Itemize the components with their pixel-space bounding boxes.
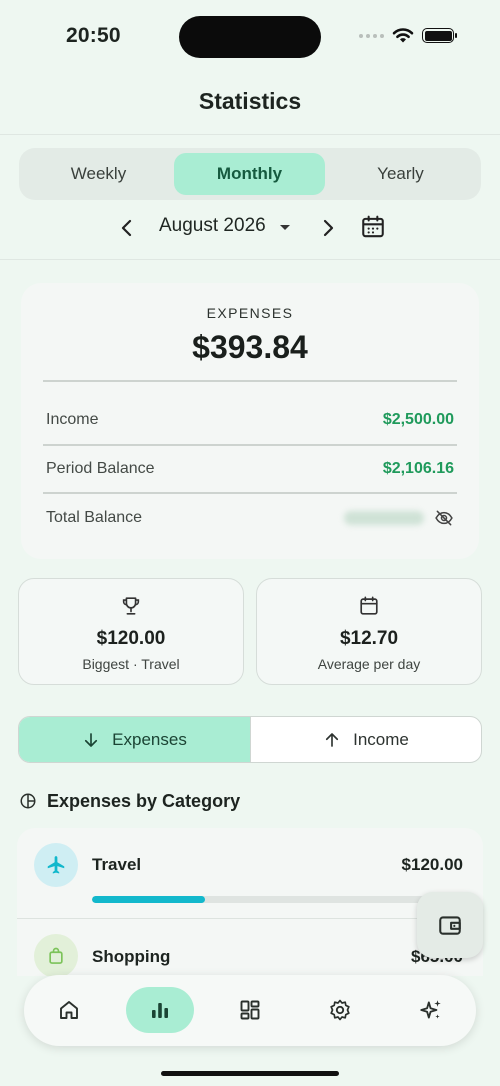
battery-icon <box>422 28 457 43</box>
nav-statistics[interactable] <box>126 987 194 1033</box>
arrow-down-icon <box>85 732 98 747</box>
category-icon-bubble <box>34 843 78 887</box>
expenses-summary-card: EXPENSES $393.84 Income $2,500.00 Period… <box>21 283 479 559</box>
period-balance-label: Period Balance <box>46 460 155 477</box>
biggest-caption: Biggest · Travel <box>82 656 180 672</box>
wifi-icon <box>392 28 414 43</box>
eye-off-icon[interactable] <box>434 508 454 528</box>
expenses-toggle-label: Expenses <box>112 729 187 749</box>
category-section-header: Expenses by Category <box>19 789 240 813</box>
category-icon-bubble <box>34 934 78 976</box>
page-title: Statistics <box>198 88 302 114</box>
nav-ai-assistant[interactable] <box>397 987 465 1033</box>
total-balance-value <box>344 508 454 528</box>
category-name: Shopping <box>92 947 171 966</box>
bar-chart-icon <box>152 1003 168 1018</box>
income-value: $2,500.00 <box>382 411 454 428</box>
status-time: 20:50 <box>66 24 121 47</box>
arrow-up-icon <box>326 732 339 747</box>
dropdown-caret-icon[interactable] <box>280 225 290 230</box>
nav-settings[interactable] <box>306 987 374 1033</box>
summary-heading: EXPENSES <box>206 305 294 321</box>
average-per-day-card: $12.70 Average per day <box>256 578 482 685</box>
tab-monthly[interactable]: Monthly <box>174 153 325 195</box>
sparkles-icon <box>420 1000 441 1019</box>
category-name: Travel <box>92 855 142 874</box>
nav-divider <box>0 259 500 260</box>
category-progress-fill <box>92 896 206 903</box>
row-divider <box>43 492 457 494</box>
income-toggle-label: Income <box>353 729 409 749</box>
gear-icon <box>330 999 350 1021</box>
row-divider <box>43 444 457 446</box>
transaction-type-toggle: Expenses Income <box>18 716 482 763</box>
dynamic-island <box>179 16 321 58</box>
home-indicator <box>161 1071 339 1076</box>
income-toggle-button[interactable]: Income <box>250 717 481 762</box>
trophy-icon <box>122 597 140 615</box>
signal-dots-icon <box>359 33 384 38</box>
period-segmented-control: Weekly Monthly Yearly <box>19 148 481 200</box>
shopping-bag-icon <box>49 947 63 964</box>
airplane-icon <box>47 856 65 874</box>
average-caption: Average per day <box>317 656 421 672</box>
category-row-travel[interactable]: Travel $120.00 <box>17 828 483 918</box>
period-balance-value: $2,106.16 <box>382 460 454 477</box>
income-row: Income $2,500.00 <box>46 408 454 432</box>
wallet-fab-button[interactable] <box>417 892 483 958</box>
average-amount: $12.70 <box>339 628 399 649</box>
expenses-toggle-button[interactable]: Expenses <box>19 717 250 762</box>
category-list: Travel $120.00 Shopping $65.00 <box>17 828 483 976</box>
status-icons <box>359 27 457 44</box>
pie-chart-icon <box>20 793 36 809</box>
total-balance-label: Total Balance <box>46 509 143 526</box>
summary-divider <box>43 380 457 382</box>
period-navigator: August 2026 <box>0 212 500 244</box>
tab-weekly[interactable]: Weekly <box>23 153 174 195</box>
calendar-icon[interactable] <box>360 214 386 240</box>
hidden-balance <box>344 511 424 525</box>
tab-yearly[interactable]: Yearly <box>325 153 476 195</box>
biggest-amount: $120.00 <box>96 628 166 649</box>
category-section-title: Expenses by Category <box>47 790 241 811</box>
chevron-right-icon[interactable] <box>316 216 340 240</box>
nav-dashboard[interactable] <box>216 987 284 1033</box>
summary-amount: $393.84 <box>192 329 308 365</box>
wallet-icon <box>439 916 461 935</box>
category-row-shopping[interactable]: Shopping $65.00 <box>17 919 483 976</box>
period-balance-row: Period Balance $2,106.16 <box>46 457 454 481</box>
category-amount: $120.00 <box>401 855 463 874</box>
nav-home[interactable] <box>35 987 103 1033</box>
calendar-icon <box>360 596 378 615</box>
header-divider <box>0 134 500 135</box>
income-label: Income <box>46 411 99 428</box>
bottom-navigation <box>24 975 476 1046</box>
chevron-left-icon[interactable] <box>115 216 139 240</box>
period-label[interactable]: August 2026 <box>159 215 266 237</box>
category-progress-bar <box>92 896 464 903</box>
home-icon <box>60 1001 78 1019</box>
total-balance-row: Total Balance <box>46 506 454 530</box>
dashboard-icon <box>240 1000 260 1020</box>
biggest-expense-card: $120.00 Biggest · Travel <box>18 578 244 685</box>
